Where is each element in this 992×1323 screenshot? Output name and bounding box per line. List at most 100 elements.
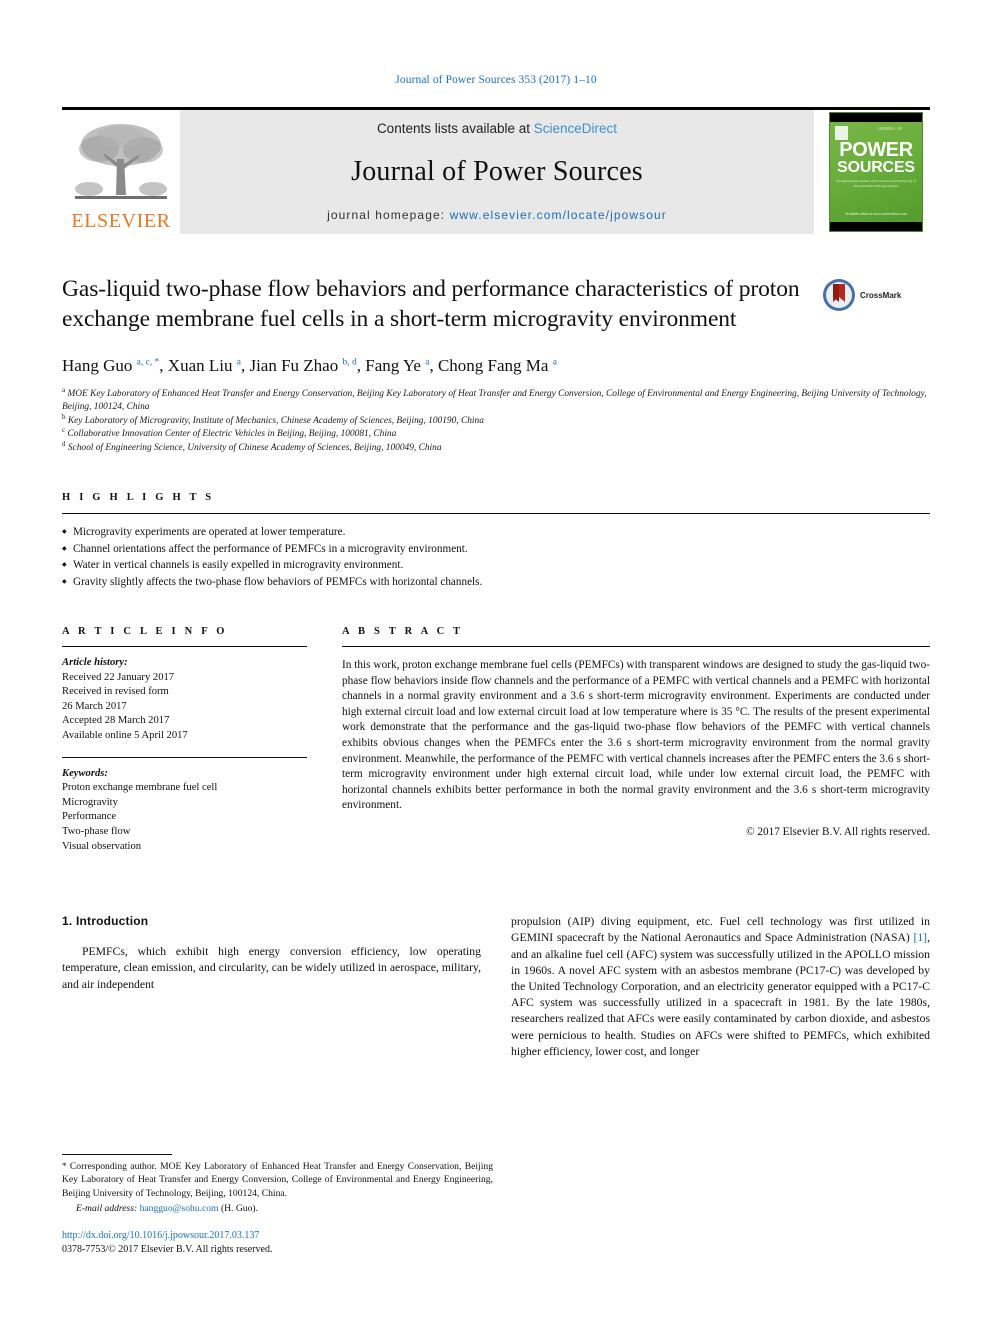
author-separator: , bbox=[159, 356, 168, 375]
journal-homepage-line: journal homepage: www.elsevier.com/locat… bbox=[327, 208, 667, 222]
cover-elsevier-mark-icon bbox=[835, 126, 848, 140]
history-line: 26 March 2017 bbox=[62, 700, 127, 712]
body-column-right: propulsion (AIP) diving equipment, etc. … bbox=[511, 914, 930, 1060]
affiliation-marker: c bbox=[62, 426, 66, 435]
article-info-divider bbox=[62, 646, 307, 648]
author-entry: Jian Fu Zhao b, d bbox=[249, 356, 356, 375]
author-name: Fang Ye bbox=[365, 356, 421, 375]
affiliation-text: MOE Key Laboratory of Enhanced Heat Tran… bbox=[62, 389, 927, 413]
keyword-item[interactable]: Visual observation bbox=[62, 840, 307, 855]
footnote-marker: * bbox=[62, 1161, 67, 1172]
elsevier-tree-icon bbox=[75, 124, 167, 199]
citation-link[interactable]: [1] bbox=[913, 931, 927, 944]
footnote-divider bbox=[62, 1154, 172, 1156]
keywords-label: Keywords: bbox=[62, 767, 108, 779]
email-suffix: (H. Guo). bbox=[220, 1202, 258, 1214]
abstract-section: A B S T R A C T In this work, proton exc… bbox=[342, 626, 930, 854]
highlights-heading: H I G H L I G H T S bbox=[62, 492, 215, 504]
list-item: Water in vertical channels is easily exp… bbox=[62, 557, 930, 574]
page-title: Gas-liquid two-phase flow behaviors and … bbox=[62, 276, 800, 332]
author-affiliation-marker[interactable]: a bbox=[553, 357, 557, 368]
author-affiliation-marker[interactable]: a, c, * bbox=[137, 357, 160, 368]
paragraph: PEMFCs, which exhibit high energy conver… bbox=[62, 945, 481, 991]
highlights-divider bbox=[62, 513, 930, 515]
contents-list-line: Contents lists available at ScienceDirec… bbox=[377, 121, 617, 136]
info-and-abstract: A R T I C L E I N F O Article history: R… bbox=[62, 626, 930, 854]
keyword-item[interactable]: Performance bbox=[62, 810, 307, 825]
affiliation-marker: d bbox=[62, 439, 66, 448]
cover-title-power: POWER bbox=[839, 139, 913, 161]
cover-bottom-band bbox=[830, 222, 922, 231]
masthead-center: Contents lists available at ScienceDirec… bbox=[180, 110, 814, 234]
issn-copyright-line: 0378-7753/© 2017 Elsevier B.V. All right… bbox=[62, 1244, 273, 1255]
affiliation-list: a MOE Key Laboratory of Enhanced Heat Tr… bbox=[62, 386, 930, 455]
author-name: Chong Fang Ma bbox=[437, 356, 549, 375]
author-name: Xuan Liu bbox=[167, 356, 233, 375]
keywords-divider bbox=[62, 756, 307, 758]
author-entry: Xuan Liu a bbox=[168, 356, 241, 375]
author-separator: , bbox=[356, 356, 366, 375]
keyword-item[interactable]: Microgravity bbox=[62, 796, 307, 811]
cover-footer: Available online at www.sciencedirect.co… bbox=[844, 212, 908, 216]
author-name: Hang Guo bbox=[62, 356, 133, 375]
author-name: Jian Fu Zhao bbox=[249, 356, 339, 375]
footnote-block: * Corresponding author. MOE Key Laborato… bbox=[62, 1154, 493, 1257]
highlights-list: Microgravity experiments are operated at… bbox=[62, 524, 930, 590]
history-line: Received in revised form bbox=[62, 686, 169, 698]
corresponding-author-note: * Corresponding author. MOE Key Laborato… bbox=[62, 1160, 493, 1200]
email-label: E-mail address: bbox=[76, 1202, 138, 1214]
highlights-section: H I G H L I G H T S Microgravity experim… bbox=[62, 492, 930, 590]
doi-block: http://dx.doi.org/10.1016/j.jpowsour.201… bbox=[62, 1229, 493, 1257]
journal-cover-thumbnail: JOURNAL OF POWER SOURCES An Internationa… bbox=[822, 110, 930, 234]
article-history-label: Article history: bbox=[62, 657, 128, 669]
list-item: Channel orientations affect the performa… bbox=[62, 541, 930, 558]
affiliation-item: b Key Laboratory of Microgravity, Instit… bbox=[62, 412, 930, 428]
section-heading-introduction: 1. Introduction bbox=[62, 914, 149, 929]
elsevier-logo: ELSEVIER bbox=[62, 110, 180, 234]
title-block: Gas-liquid two-phase flow behaviors and … bbox=[62, 274, 930, 334]
cover-title-sources: SOURCES bbox=[837, 159, 915, 176]
crossmark-badge[interactable]: CrossMark bbox=[822, 274, 930, 312]
elsevier-wordmark: ELSEVIER bbox=[71, 210, 171, 232]
abstract-divider bbox=[342, 646, 930, 648]
author-entry: Hang Guo a, c, * bbox=[62, 356, 159, 375]
affiliation-text: Collaborative Innovation Center of Elect… bbox=[67, 429, 397, 440]
copyright-line: © 2017 Elsevier B.V. All rights reserved… bbox=[746, 825, 930, 838]
cover-kicker: JOURNAL OF bbox=[878, 127, 902, 131]
cover-subtitle: An International Journal on the Science … bbox=[836, 179, 916, 188]
running-head: Journal of Power Sources 353 (2017) 1–10 bbox=[395, 74, 597, 86]
affiliation-item: d School of Engineering Science, Univers… bbox=[62, 439, 930, 455]
homepage-prefix: journal homepage: bbox=[327, 208, 450, 222]
author-separator: , bbox=[429, 356, 438, 375]
abstract-heading: A B S T R A C T bbox=[342, 626, 464, 638]
crossmark-label: CrossMark bbox=[860, 290, 902, 300]
contents-prefix: Contents lists available at bbox=[376, 121, 534, 136]
affiliation-item: a MOE Key Laboratory of Enhanced Heat Tr… bbox=[62, 386, 930, 415]
crossmark-icon bbox=[823, 279, 855, 311]
sciencedirect-link[interactable]: ScienceDirect bbox=[534, 121, 617, 136]
author-affiliation-marker[interactable]: b, d bbox=[342, 357, 356, 368]
corresponding-author-text: Corresponding author. MOE Key Laboratory… bbox=[62, 1161, 493, 1199]
body-column-left: 1. Introduction PEMFCs, which exhibit hi… bbox=[62, 914, 481, 1060]
article-history-block: Article history: Received 22 January 201… bbox=[62, 656, 307, 744]
cover-art: JOURNAL OF POWER SOURCES An Internationa… bbox=[829, 112, 923, 232]
author-entry: Chong Fang Ma a bbox=[438, 356, 557, 375]
article-page: Journal of Power Sources 353 (2017) 1–10 bbox=[0, 0, 992, 1323]
doi-link[interactable]: http://dx.doi.org/10.1016/j.jpowsour.201… bbox=[62, 1229, 493, 1243]
homepage-url-link[interactable]: www.elsevier.com/locate/jpowsour bbox=[450, 208, 667, 222]
cover-top-band bbox=[830, 113, 922, 122]
affiliation-text: School of Engineering Science, Universit… bbox=[67, 442, 442, 453]
journal-title: Journal of Power Sources bbox=[351, 156, 643, 187]
paragraph: propulsion (AIP) diving equipment, etc. … bbox=[511, 914, 930, 1060]
body-columns: 1. Introduction PEMFCs, which exhibit hi… bbox=[62, 914, 930, 1060]
author-entry: Fang Ye a bbox=[365, 356, 429, 375]
keyword-item[interactable]: Two-phase flow bbox=[62, 825, 307, 840]
history-line: Received 22 January 2017 bbox=[62, 671, 175, 683]
email-link[interactable]: hangguo@sohu.com bbox=[140, 1203, 219, 1214]
article-info-section: A R T I C L E I N F O Article history: R… bbox=[62, 626, 307, 854]
history-line: Available online 5 April 2017 bbox=[62, 730, 188, 741]
affiliation-marker: b bbox=[62, 412, 66, 421]
journal-masthead: ELSEVIER Contents lists available at Sci… bbox=[62, 107, 930, 234]
list-item: Microgravity experiments are operated at… bbox=[62, 524, 930, 541]
keyword-item[interactable]: Proton exchange membrane fuel cell bbox=[62, 781, 307, 796]
